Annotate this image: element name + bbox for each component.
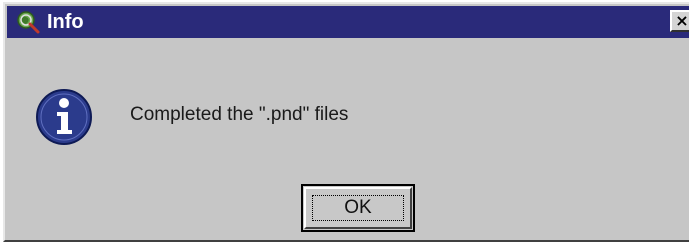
- ok-button-label: OK: [344, 197, 372, 218]
- ok-button-focus-ring: OK: [312, 195, 404, 221]
- close-icon: ×: [675, 11, 689, 30]
- ok-button[interactable]: OK: [301, 184, 415, 232]
- close-button[interactable]: ×: [670, 10, 689, 32]
- dialog-message: Completed the ".pnd" files: [130, 104, 349, 125]
- information-icon: [35, 88, 93, 146]
- globe-magnifier-icon: [16, 10, 40, 34]
- ok-button-bevel: OK: [304, 187, 412, 229]
- title-bar[interactable]: Info ×: [7, 6, 689, 38]
- window-title: Info: [47, 11, 84, 33]
- info-dialog: Info × Completed the ".pnd" files OK: [3, 2, 689, 242]
